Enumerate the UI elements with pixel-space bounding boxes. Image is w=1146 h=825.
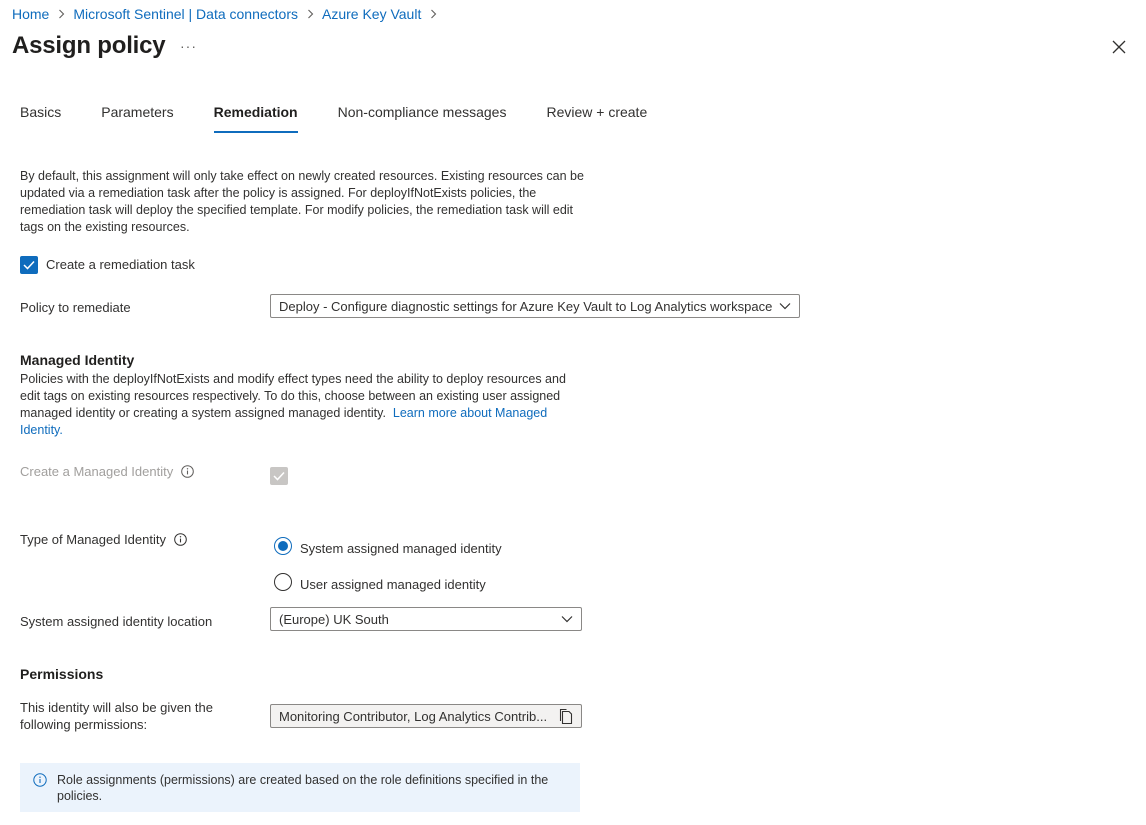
tab-bar: Basics Parameters Remediation Non-compli… bbox=[20, 104, 687, 134]
tab-remediation[interactable]: Remediation bbox=[213, 104, 298, 134]
checkmark-icon bbox=[273, 471, 285, 481]
chevron-right-icon bbox=[430, 9, 437, 19]
managed-identity-heading: Managed Identity bbox=[20, 352, 135, 368]
chevron-right-icon bbox=[307, 9, 314, 19]
system-assigned-location-value: (Europe) UK South bbox=[279, 611, 389, 627]
type-of-managed-identity-text: Type of Managed Identity bbox=[20, 532, 166, 547]
policy-to-remediate-dropdown[interactable]: Deploy - Configure diagnostic settings f… bbox=[270, 294, 800, 318]
copy-button[interactable] bbox=[557, 708, 573, 727]
create-remediation-task-checkbox[interactable] bbox=[20, 256, 38, 274]
permissions-field: Monitoring Contributor, Log Analytics Co… bbox=[270, 704, 582, 728]
info-icon bbox=[173, 533, 187, 546]
policy-to-remediate-label: Policy to remediate bbox=[20, 300, 131, 315]
user-assigned-identity-radio[interactable] bbox=[274, 573, 292, 591]
breadcrumb: Home Microsoft Sentinel | Data connector… bbox=[12, 5, 445, 23]
system-assigned-identity-radio[interactable] bbox=[274, 537, 292, 555]
create-managed-identity-text: Create a Managed Identity bbox=[20, 464, 174, 479]
system-assigned-location-dropdown[interactable]: (Europe) UK South bbox=[270, 607, 582, 631]
close-button[interactable] bbox=[1110, 38, 1128, 56]
managed-identity-description: Policies with the deployIfNotExists and … bbox=[20, 371, 580, 439]
permissions-value: Monitoring Contributor, Log Analytics Co… bbox=[279, 708, 548, 724]
more-options-button[interactable]: ··· bbox=[180, 38, 197, 54]
role-assignment-info-text: Role assignments (permissions) are creat… bbox=[57, 773, 549, 803]
tab-non-compliance-messages[interactable]: Non-compliance messages bbox=[338, 104, 507, 134]
policy-to-remediate-value: Deploy - Configure diagnostic settings f… bbox=[279, 298, 773, 314]
tab-review-create[interactable]: Review + create bbox=[546, 104, 647, 134]
copy-icon bbox=[559, 708, 573, 725]
page-title: Assign policy bbox=[12, 32, 166, 59]
info-icon bbox=[181, 465, 194, 478]
chevron-down-icon bbox=[561, 616, 573, 623]
create-managed-identity-checkbox bbox=[270, 467, 288, 485]
create-remediation-task-label: Create a remediation task bbox=[46, 257, 195, 272]
checkmark-icon bbox=[23, 260, 35, 270]
intro-text: By default, this assignment will only ta… bbox=[20, 169, 584, 234]
chevron-down-icon bbox=[779, 303, 791, 310]
create-managed-identity-label: Create a Managed Identity bbox=[20, 464, 194, 479]
type-of-managed-identity-label: Type of Managed Identity bbox=[20, 532, 187, 547]
info-icon bbox=[33, 773, 47, 787]
permissions-heading: Permissions bbox=[20, 666, 104, 682]
breadcrumb-home[interactable]: Home bbox=[12, 6, 49, 22]
permissions-label: This identity will also be given the fol… bbox=[20, 700, 213, 732]
system-assigned-identity-label: System assigned managed identity bbox=[300, 541, 502, 556]
tab-basics[interactable]: Basics bbox=[20, 104, 61, 134]
system-assigned-location-label: System assigned identity location bbox=[20, 614, 213, 629]
breadcrumb-sentinel-data-connectors[interactable]: Microsoft Sentinel | Data connectors bbox=[73, 6, 298, 22]
close-icon bbox=[1112, 40, 1126, 54]
chevron-right-icon bbox=[58, 9, 65, 19]
user-assigned-identity-label: User assigned managed identity bbox=[300, 577, 486, 592]
tab-parameters[interactable]: Parameters bbox=[101, 104, 173, 134]
role-assignment-info-bar: Role assignments (permissions) are creat… bbox=[20, 763, 580, 812]
breadcrumb-azure-key-vault[interactable]: Azure Key Vault bbox=[322, 6, 421, 22]
